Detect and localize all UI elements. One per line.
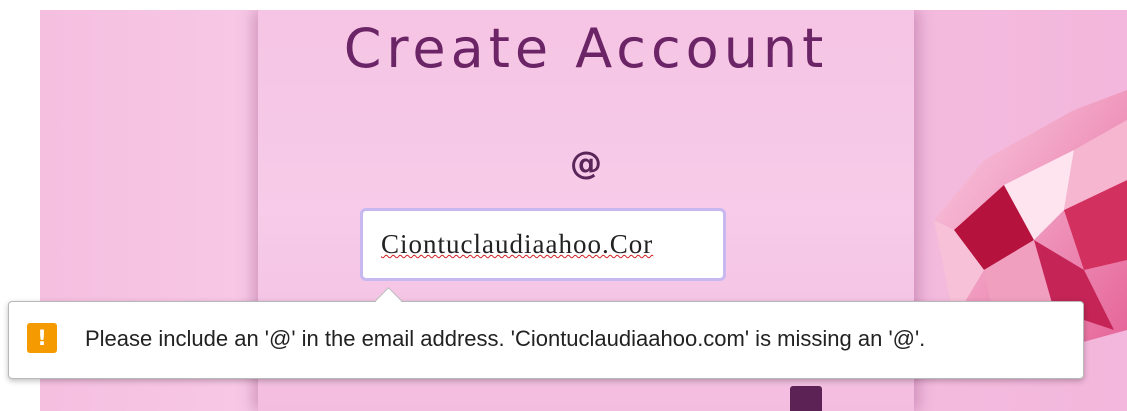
- validation-tooltip: ! Please include an '@' in the email add…: [8, 287, 1084, 379]
- email-field[interactable]: [360, 208, 726, 281]
- at-icon: @: [570, 144, 602, 182]
- submit-button[interactable]: [790, 386, 822, 411]
- page-title: Create Account: [343, 17, 829, 80]
- warning-icon: !: [27, 323, 57, 353]
- validation-message: Please include an '@' in the email addre…: [85, 326, 926, 351]
